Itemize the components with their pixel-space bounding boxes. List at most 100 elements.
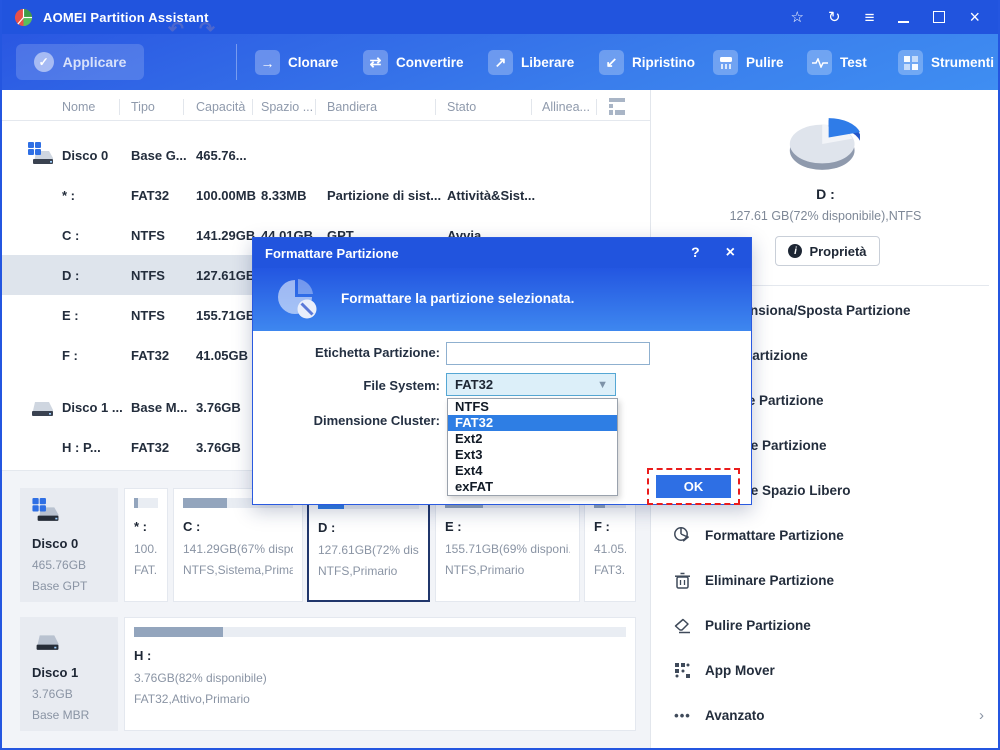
partition-label-field-label: Etichetta Partizione: xyxy=(315,345,440,360)
toolbar-label: Liberare xyxy=(521,55,575,70)
partition-letter: * : xyxy=(134,519,147,534)
partition-card-f[interactable]: F : 41.05... FAT3... xyxy=(584,488,636,602)
disk1-info-card[interactable]: Disco 1 3.76GB Base MBR xyxy=(20,617,118,731)
chevron-down-icon: ▼ xyxy=(597,378,608,391)
toolbar-item-tools[interactable]: Strumenti xyxy=(898,50,994,75)
toolbar-label: Test xyxy=(840,55,867,70)
col-spazio[interactable]: Spazio ... xyxy=(261,100,313,114)
partition-card-d-selected[interactable]: D : 127.61GB(72% disp... NTFS,Primario xyxy=(307,488,430,602)
option-ntfs[interactable]: NTFS xyxy=(448,399,617,415)
disk-type: Base GPT xyxy=(32,579,88,593)
cell-name: Disco 0 xyxy=(62,148,109,163)
menu-label: Avanzato xyxy=(705,708,765,723)
cell-name: E : xyxy=(62,308,79,323)
trash-icon xyxy=(673,571,692,590)
col-tipo[interactable]: Tipo xyxy=(131,100,155,114)
header-separator xyxy=(315,99,316,115)
menu-item-wipe-partition[interactable]: Pulire Partizione xyxy=(651,603,998,648)
toolbar-item-clone[interactable]: → Clonare xyxy=(255,50,338,75)
partition-fs: NTFS,Primario xyxy=(445,563,525,577)
cell-name: H : P... xyxy=(62,440,101,455)
dialog-subtitle: Formattare la partizione selezionata. xyxy=(341,291,575,306)
toolbar-item-free-up[interactable]: ↗ Liberare xyxy=(488,50,574,75)
col-capacita[interactable]: Capacità xyxy=(196,100,245,114)
properties-button[interactable]: i Proprietà xyxy=(775,236,880,266)
cell-name: Disco 1 ... xyxy=(62,400,123,415)
disk-name: Disco 0 xyxy=(32,536,79,551)
format-partition-dialog: Formattare Partizione ? × Formattare la … xyxy=(252,237,752,505)
aomei-logo-icon xyxy=(14,8,33,26)
disk0-info-card[interactable]: Disco 0 465.76GB Base GPT xyxy=(20,488,118,602)
option-exfat[interactable]: exFAT xyxy=(448,479,617,495)
partition-fs: FAT... xyxy=(134,563,158,577)
chevron-right-icon: › xyxy=(979,707,984,724)
partition-size: 127.61GB(72% disp... xyxy=(318,543,419,557)
table-row-disk0[interactable]: Disco 0 Base G... 465.76... xyxy=(2,135,650,175)
partition-fs: NTFS,Sistema,Prima... xyxy=(183,563,293,577)
cell-name: D : xyxy=(62,268,80,283)
maximize-button[interactable] xyxy=(933,11,946,23)
toolbar-item-wipe[interactable]: Pulire xyxy=(713,50,784,75)
col-stato[interactable]: Stato xyxy=(447,100,476,114)
test-icon xyxy=(807,50,832,75)
col-nome[interactable]: Nome xyxy=(62,100,95,114)
toolbar-divider xyxy=(236,44,237,80)
partition-card-h[interactable]: H : 3.76GB(82% disponibile) FAT32,Attivo… xyxy=(124,617,636,731)
menu-item-delete-partition[interactable]: Eliminare Partizione xyxy=(651,558,998,603)
dialog-header-band: Formattare la partizione selezionata. xyxy=(253,268,751,331)
redo-button[interactable]: ↷ xyxy=(199,18,215,41)
table-row-star[interactable]: * : FAT32 100.00MB 8.33MB Partizione di … xyxy=(2,175,650,215)
close-button[interactable]: × xyxy=(969,8,980,26)
cell-name: * : xyxy=(62,188,75,203)
format-dialog-pie-icon xyxy=(278,279,317,319)
cell-tipo: Base G... xyxy=(131,148,187,163)
cell-name: F : xyxy=(62,348,78,363)
partition-card-star[interactable]: * : 100.... FAT... xyxy=(124,488,168,602)
option-ext4[interactable]: Ext4 xyxy=(448,463,617,479)
header-separator xyxy=(252,99,253,115)
refresh-icon[interactable]: ↻ xyxy=(828,10,841,25)
partition-letter: F : xyxy=(594,519,610,534)
ok-button[interactable]: OK xyxy=(656,475,731,498)
menu-item-app-mover[interactable]: App Mover xyxy=(651,648,998,693)
partition-label-input[interactable] xyxy=(446,342,650,365)
app-window: AOMEI Partition Assistant ☆ ↻ ≡ × ✓ Appl… xyxy=(0,0,1000,750)
dialog-help-button[interactable]: ? xyxy=(691,244,700,262)
apply-label: Applicare xyxy=(62,54,127,70)
cell-tipo: NTFS xyxy=(131,228,165,243)
dialog-close-button[interactable]: × xyxy=(726,244,735,262)
convert-icon: ⇄ xyxy=(363,50,388,75)
option-ext3[interactable]: Ext3 xyxy=(448,447,617,463)
apply-button[interactable]: ✓ Applicare xyxy=(16,44,144,80)
usage-pie-chart xyxy=(789,118,860,170)
disk-size: 465.76GB xyxy=(32,558,87,572)
option-fat32-selected[interactable]: FAT32 xyxy=(448,415,617,431)
menu-icon[interactable]: ≡ xyxy=(865,9,875,26)
header-separator xyxy=(183,99,184,115)
menu-item-advanced[interactable]: ••• Avanzato › xyxy=(651,693,998,738)
toolbar-item-convert[interactable]: ⇄ Convertire xyxy=(363,50,464,75)
col-allinea[interactable]: Allinea... xyxy=(542,100,590,114)
minimize-button[interactable] xyxy=(898,20,910,23)
toolbar-item-test[interactable]: Test xyxy=(807,50,867,75)
toolbar-item-recover[interactable]: ↙ Ripristino xyxy=(599,50,695,75)
cell-tipo: Base M... xyxy=(131,400,188,415)
table-header: Nome Tipo Capacità Spazio ... Bandiera S… xyxy=(2,93,650,121)
col-bandiera[interactable]: Bandiera xyxy=(327,100,377,114)
cell-capacita: 100.00MB xyxy=(196,188,256,203)
undo-button[interactable]: ↶ xyxy=(168,18,184,41)
partition-card-e[interactable]: E : 155.71GB(69% disponi... NTFS,Primari… xyxy=(435,488,580,602)
partition-letter: H : xyxy=(134,648,152,663)
menu-item-format-partition[interactable]: Formattare Partizione xyxy=(651,513,998,558)
file-system-combobox[interactable]: FAT32 ▼ xyxy=(446,373,616,396)
cell-tipo: NTFS xyxy=(131,268,165,283)
option-ext2[interactable]: Ext2 xyxy=(448,431,617,447)
partition-size: 155.71GB(69% disponi... xyxy=(445,542,570,556)
partition-card-c[interactable]: C : 141.29GB(67% dispo... NTFS,Sistema,P… xyxy=(173,488,303,602)
menu-label: Pulire Partizione xyxy=(705,618,811,633)
column-settings-icon[interactable] xyxy=(608,98,628,120)
ok-annotation-highlight: OK xyxy=(647,468,740,505)
dialog-title-bar: Formattare Partizione ? × xyxy=(253,238,751,268)
toolbar-label: Strumenti xyxy=(931,55,995,70)
favorite-star-icon[interactable]: ☆ xyxy=(791,10,804,25)
